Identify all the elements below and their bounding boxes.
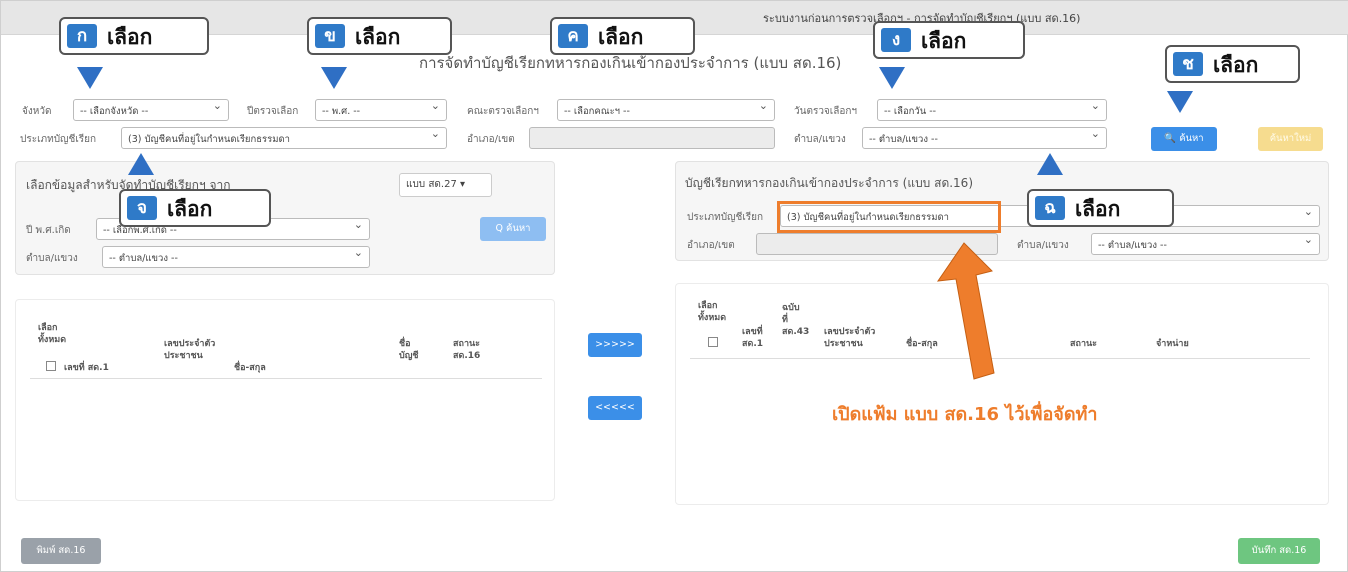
callout-cho-ching: ฉ เลือก: [1027, 189, 1174, 227]
district-label: อำเภอ/เขต: [467, 134, 515, 145]
new-search-button[interactable]: ค้นหาใหม่: [1258, 127, 1323, 151]
year-select[interactable]: -- พ.ศ. --: [315, 99, 447, 121]
district-input[interactable]: [529, 127, 775, 149]
committee-label: คณะตรวจเลือกฯ: [467, 106, 539, 117]
print-button[interactable]: พิมพ์ สด.16: [21, 538, 101, 564]
callout-jo-text: เลือก: [167, 197, 213, 221]
type-highlight-box: [777, 201, 1001, 233]
right-subdistrict-label: ตำบล/แขวง: [1017, 240, 1069, 251]
badge-jo: จ: [127, 196, 157, 220]
date-label: วันตรวจเลือกฯ: [794, 106, 858, 117]
right-col-id: เลขประจำตัว ประชาชน: [824, 327, 876, 349]
callout-cho: ช เลือก: [1165, 45, 1300, 83]
callout-cho-text: เลือก: [1213, 53, 1259, 77]
left-col-list: ชื่อ บัญชี: [399, 339, 419, 361]
arrow-up-icon: [1037, 153, 1063, 175]
left-search-button[interactable]: Q ค้นหา: [480, 217, 546, 241]
right-panel-title: บัญชีเรียกทหารกองเกินเข้ากองประจำการ (แบ…: [685, 176, 973, 190]
callout-ngo: ง เลือก: [873, 21, 1025, 59]
callout-kho: ข เลือก: [307, 17, 452, 55]
orange-arrow-icon: [936, 242, 995, 380]
app-window: ระบบงานก่อนการตรวจเลือกฯ - การจัดทำบัญชี…: [0, 0, 1348, 572]
right-subdistrict-select[interactable]: -- ตำบล/แขวง --: [1091, 233, 1320, 255]
annotation-note: เปิดแฟ้ม แบบ สด.16 ไว้เพื่อจัดทำ: [832, 404, 1098, 425]
left-col-id: เลขประจำตัว ประชาชน: [164, 339, 216, 361]
left-col-status: สถานะ สด.16: [453, 339, 481, 361]
arrow-down-icon: [321, 67, 347, 89]
callout-cho-ching-text: เลือก: [1075, 197, 1121, 221]
left-header-divider: [30, 378, 542, 379]
search-button[interactable]: 🔍 ค้นหา: [1151, 127, 1217, 151]
badge-ngo: ง: [881, 28, 911, 52]
right-type-label: ประเภทบัญชีเรียก: [687, 212, 764, 223]
left-select-all-checkbox[interactable]: [46, 361, 56, 371]
left-subdistrict-label: ตำบล/แขวง: [26, 253, 78, 264]
date-select[interactable]: -- เลือกวัน --: [877, 99, 1107, 121]
callout-kho-text: เลือก: [355, 25, 401, 49]
left-subdistrict-select[interactable]: -- ตำบล/แขวง --: [102, 246, 370, 268]
move-right-button[interactable]: >>>>>: [588, 333, 642, 357]
left-table: เลือก ทั้งหมด เลขที่ สด.1 เลขประจำตัว ปร…: [15, 299, 555, 501]
move-left-button[interactable]: <<<<<: [588, 396, 642, 420]
left-filter-panel: เลือกข้อมูลสำหรับจัดทำบัญชีเรียกฯ จาก แบ…: [15, 161, 555, 275]
right-select-all-label: เลือก ทั้งหมด: [698, 301, 727, 323]
source-dropdown[interactable]: แบบ สด.27 ▾: [399, 173, 492, 197]
arrow-down-icon: [1167, 91, 1193, 113]
callout-ko: ก เลือก: [59, 17, 209, 55]
type-select[interactable]: (3) บัญชีคนที่อยู่ในกำหนดเรียกธรรมดา: [121, 127, 447, 149]
callout-ko-text: เลือก: [107, 25, 153, 49]
callout-kho-khwai-text: เลือก: [598, 25, 644, 49]
year-label: ปีตรวจเลือก: [247, 106, 299, 117]
right-col-no: เลขที่ สด.1: [742, 327, 764, 349]
badge-ko: ก: [67, 24, 97, 48]
badge-cho: ช: [1173, 52, 1203, 76]
left-select-all-label: เลือก ทั้งหมด: [38, 323, 67, 345]
right-district-label: อำเภอ/เขต: [687, 240, 735, 251]
province-select[interactable]: -- เลือกจังหวัด --: [73, 99, 229, 121]
callout-jo: จ เลือก: [119, 189, 271, 227]
badge-kho-khwai: ค: [558, 24, 588, 48]
subdistrict-label: ตำบล/แขวง: [794, 134, 846, 145]
subdistrict-select[interactable]: -- ตำบล/แขวง --: [862, 127, 1107, 149]
committee-select[interactable]: -- เลือกคณะฯ --: [557, 99, 775, 121]
right-col-status: สถานะ: [1070, 339, 1097, 349]
type-label: ประเภทบัญชีเรียก: [20, 134, 97, 145]
arrow-down-icon: [77, 67, 103, 89]
right-select-all-checkbox[interactable]: [708, 337, 718, 347]
right-col-dispose: จำหน่าย: [1156, 339, 1189, 349]
arrow-up-icon: [128, 153, 154, 175]
arrow-down-icon: [879, 67, 905, 89]
right-col-copy: ฉบับ ที่ สด.43: [782, 303, 810, 337]
callout-ngo-text: เลือก: [921, 29, 967, 53]
birth-year-label: ปี พ.ศ.เกิด: [26, 225, 71, 236]
left-col-no: เลขที่ สด.1: [64, 363, 109, 373]
save-button[interactable]: บันทึก สด.16: [1238, 538, 1320, 564]
badge-kho: ข: [315, 24, 345, 48]
badge-cho-ching: ฉ: [1035, 196, 1065, 220]
callout-kho-khwai: ค เลือก: [550, 17, 695, 55]
province-label: จังหวัด: [22, 106, 52, 117]
left-col-name: ชื่อ-สกุล: [234, 363, 266, 373]
